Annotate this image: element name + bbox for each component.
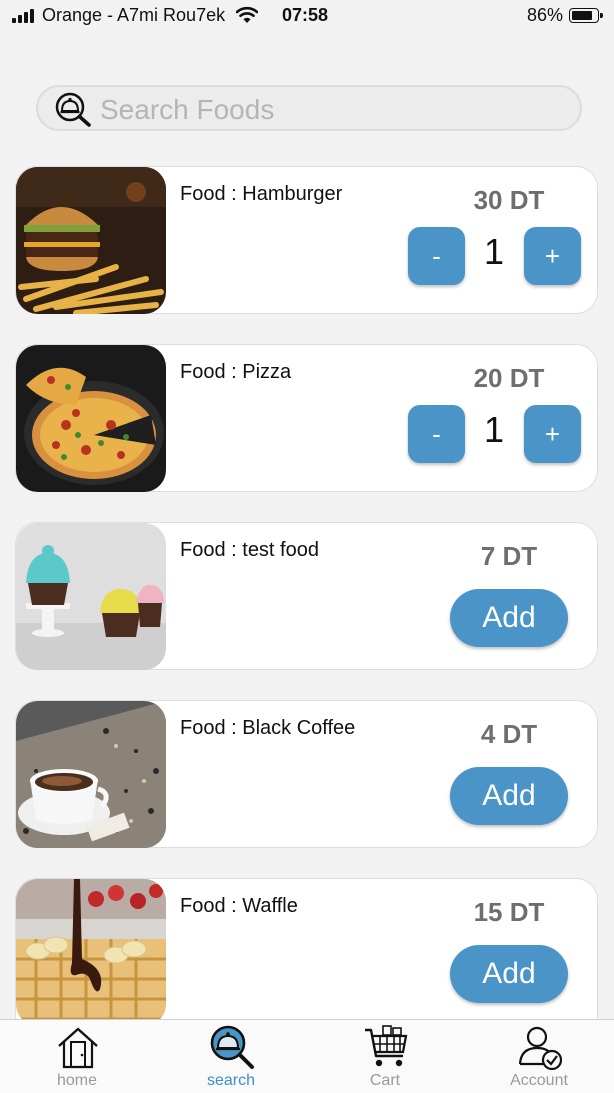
food-name: Food : Waffle: [180, 895, 298, 917]
battery-percent: 86%: [527, 5, 564, 25]
food-name: Food : Hamburger: [180, 183, 343, 205]
clock: 07:58: [282, 5, 329, 25]
food-card-hamburger: Food : Hamburger 30 DT - 1 +: [15, 166, 598, 314]
add-to-cart-button[interactable]: Add: [450, 589, 568, 647]
food-image-pizza: [16, 345, 166, 492]
increase-qty-button[interactable]: +: [524, 227, 581, 285]
food-image-waffle: [16, 879, 166, 1026]
food-price: 4 DT: [480, 719, 538, 749]
cart-icon: [365, 1025, 408, 1067]
food-name: Food : Pizza: [180, 361, 292, 383]
tab-label: Account: [510, 1072, 568, 1089]
food-image-test-food: [16, 523, 166, 670]
status-bar: Orange - A7mi Rou7ek 07:58 86%: [0, 0, 614, 34]
food-card-test-food: Food : test food 7 DT Add: [15, 522, 598, 670]
food-price: 7 DT: [480, 541, 538, 571]
search-bar[interactable]: [36, 85, 582, 131]
tab-cart[interactable]: Cart: [308, 1020, 462, 1093]
signal-icon: [12, 9, 36, 23]
search-cloche-icon: [210, 1025, 254, 1069]
food-image-hamburger: [16, 167, 166, 314]
decrease-qty-button[interactable]: -: [408, 405, 465, 463]
tab-home[interactable]: home: [0, 1020, 154, 1093]
add-to-cart-button[interactable]: Add: [450, 945, 568, 1003]
increase-qty-button[interactable]: +: [524, 405, 581, 463]
food-price: 30 DT: [473, 185, 545, 215]
food-card-black-coffee: Food : Black Coffee 4 DT Add: [15, 700, 598, 848]
quantity-value: 1: [483, 409, 505, 450]
food-image-black-coffee: [16, 701, 166, 848]
food-price: 15 DT: [473, 897, 545, 927]
account-icon: [518, 1026, 563, 1070]
decrease-qty-button[interactable]: -: [408, 227, 465, 285]
tab-label: Cart: [369, 1072, 401, 1089]
search-input[interactable]: [98, 92, 562, 128]
search-cloche-icon: [55, 92, 91, 127]
wifi-icon: [236, 6, 258, 23]
house-icon: [58, 1027, 98, 1069]
bottom-tab-bar: home search Cart Account: [0, 1019, 614, 1093]
food-card-waffle: Food : Waffle 15 DT Add: [15, 878, 598, 1038]
food-name: Food : Black Coffee: [180, 717, 356, 739]
carrier-name: Orange - A7mi Rou7ek: [42, 5, 226, 25]
food-price: 20 DT: [473, 363, 545, 393]
tab-label: search: [206, 1072, 256, 1089]
tab-label: home: [56, 1072, 98, 1089]
food-name: Food : test food: [180, 539, 319, 561]
tab-search[interactable]: search: [154, 1020, 308, 1093]
tab-account[interactable]: Account: [462, 1020, 614, 1093]
food-card-pizza: Food : Pizza 20 DT - 1 +: [15, 344, 598, 492]
quantity-value: 1: [483, 231, 505, 272]
add-to-cart-button[interactable]: Add: [450, 767, 568, 825]
battery-icon: [569, 8, 603, 23]
